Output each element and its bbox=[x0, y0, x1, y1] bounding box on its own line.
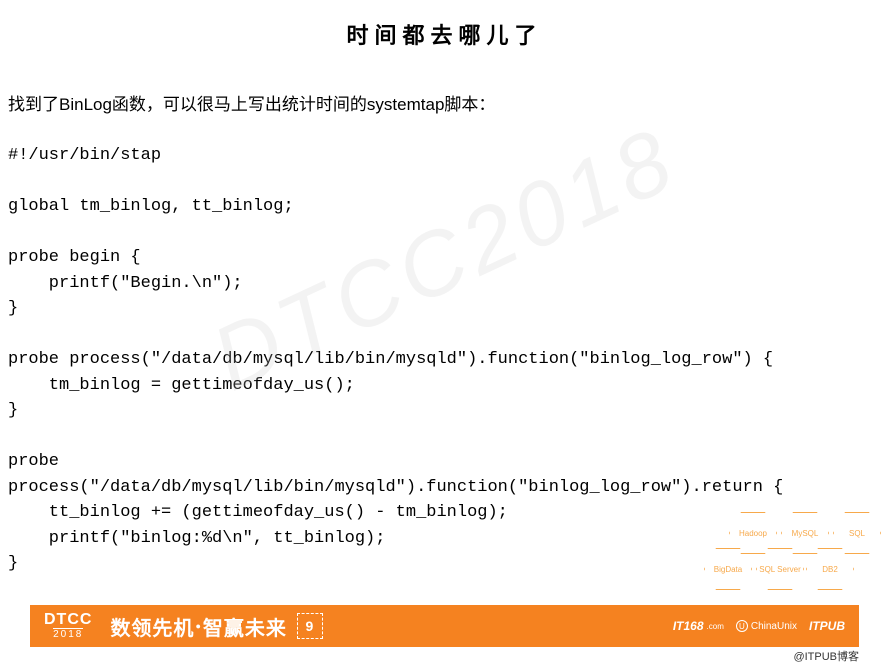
content-area: 找到了BinLog函数，可以很马上写出统计时间的systemtap脚本： #!/… bbox=[0, 50, 889, 577]
slogan-part2: 智赢未来 bbox=[203, 612, 287, 641]
footer-brands: IT168 .com U ChinaUnix ITPUB bbox=[673, 619, 845, 633]
attribution-text: @ITPUB博客 bbox=[793, 648, 859, 664]
brand-chinaunix: U ChinaUnix bbox=[736, 620, 797, 632]
it168-text: IT168 bbox=[673, 619, 704, 633]
footer-bar: DTCC 2018 数领先机 ● 智赢未来 9 IT168 .com U Chi… bbox=[30, 605, 859, 647]
brand-itpub: ITPUB bbox=[809, 619, 845, 633]
footer-slogan: 数领先机 ● 智赢未来 9 bbox=[110, 612, 322, 641]
slide-container: 时间都去哪儿了 DTCC2018 找到了BinLog函数，可以很马上写出统计时间… bbox=[0, 0, 889, 667]
brand-it168: IT168 .com bbox=[673, 619, 724, 633]
chinaunix-icon: U bbox=[736, 620, 748, 632]
itpub-text: ITPUB bbox=[809, 619, 845, 633]
it168-suffix: .com bbox=[707, 622, 724, 631]
slide-title: 时间都去哪儿了 bbox=[0, 0, 889, 50]
footer-logo: DTCC 2018 bbox=[44, 612, 92, 640]
footer-logo-year: 2018 bbox=[53, 628, 83, 640]
code-block: #!/usr/bin/stap global tm_binlog, tt_bin… bbox=[8, 143, 881, 577]
footer-logo-dtcc: DTCC bbox=[44, 612, 92, 628]
slogan-part1: 数领先机 bbox=[110, 612, 194, 641]
intro-text: 找到了BinLog函数，可以很马上写出统计时间的systemtap脚本： bbox=[8, 90, 881, 115]
slogan-dot: ● bbox=[195, 621, 201, 631]
nine-icon: 9 bbox=[297, 613, 323, 639]
chinaunix-text: ChinaUnix bbox=[751, 621, 797, 632]
